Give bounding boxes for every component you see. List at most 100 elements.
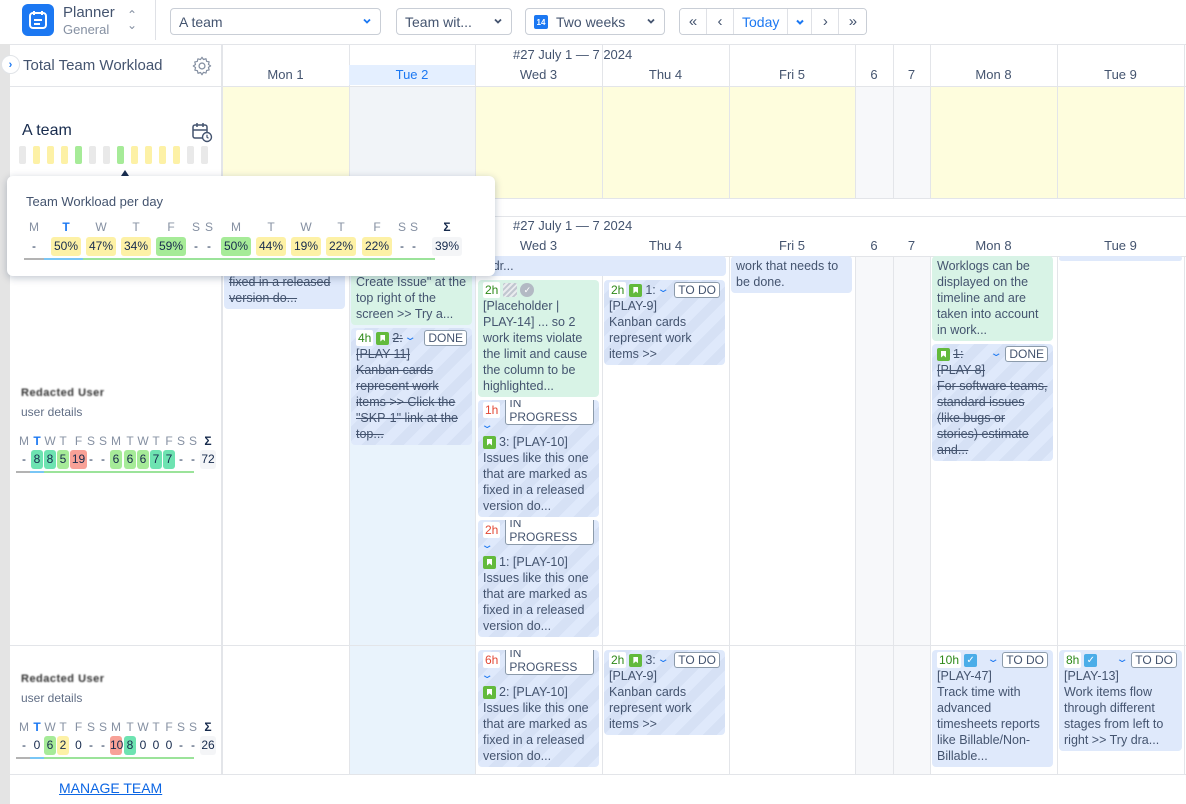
grid-vline [729, 256, 730, 774]
story-icon [483, 435, 496, 449]
status-badge[interactable]: TO DO [1131, 652, 1177, 668]
team-with-select[interactable]: Team wit... [396, 8, 512, 35]
workload-day-header: M [111, 434, 121, 448]
task-card[interactable]: 8h ✓ ⌄ TO DO [PLAY-13] Work items flow t… [1059, 650, 1182, 751]
day-header: Mon 8 [975, 67, 1012, 82]
task-card[interactable]: y dr... [478, 256, 726, 276]
workload-minibar [89, 146, 96, 164]
workload-day-header: S [191, 220, 200, 234]
status-badge[interactable]: DONE [424, 330, 467, 346]
chevron-down-icon[interactable]: ⌄ [480, 538, 493, 554]
calendar-icon [29, 11, 47, 29]
workload-day-value: - [191, 452, 195, 466]
user-details-link[interactable]: user details [21, 691, 82, 705]
calendar-day-icon: 14 [534, 14, 548, 29]
team-day-cell[interactable] [1057, 86, 1184, 198]
status-badge[interactable]: IN PROGRESS [505, 400, 594, 425]
task-card[interactable]: 1: ⌄ DONE [PLAY-8] For software teams, s… [932, 344, 1053, 461]
task-card[interactable]: 2h 3: ⌄ TO DO [PLAY-9] Kanban cards repr… [604, 650, 725, 735]
team-workload-minibars[interactable] [19, 146, 208, 164]
sidebar-strip [0, 44, 10, 804]
workload-day-header: M [231, 220, 241, 234]
user-day-column[interactable] [855, 256, 893, 774]
status-badge[interactable]: TO DO [1002, 652, 1048, 668]
nav-prev-button[interactable]: ‹ [707, 9, 734, 34]
task-card[interactable]: 2h IN PROGRESS ⌄ 1: [PLAY-10] Issues lik… [478, 520, 599, 637]
status-badge[interactable]: DONE [1005, 346, 1048, 362]
manage-team-link[interactable]: MANAGE TEAM [59, 780, 162, 796]
workload-day-value: 22% [362, 237, 392, 256]
workload-day-header: T [59, 720, 67, 734]
day-header: Tue 2 [349, 65, 475, 85]
range-select[interactable]: 14 Two weeks [525, 8, 665, 35]
workload-day-header: S [98, 720, 107, 734]
grid-vline [1184, 44, 1185, 198]
nav-last-button[interactable]: » [839, 9, 867, 34]
workload-day-header: T [33, 720, 41, 734]
task-hours: 1h [483, 402, 501, 418]
workload-day-header: T [152, 434, 160, 448]
week-label: #27 July 1 — 7 2024 [513, 47, 633, 62]
task-card[interactable] [1059, 256, 1182, 261]
workload-minibar [173, 146, 180, 164]
user-name[interactable]: Redacted User [21, 673, 105, 685]
task-card[interactable]: 2h 1: ⌄ TO DO [PLAY-9] Kanban cards repr… [604, 280, 725, 365]
task-card[interactable]: 2h ✓ [Placeholder | PLAY-14] ... so 2 wo… [478, 280, 599, 397]
chevron-down-icon[interactable]: ⌄ [480, 418, 493, 434]
task-card[interactable]: 10h ✓ ⌄ TO DO [PLAY-47] Track time with … [932, 650, 1053, 767]
team-day-cell[interactable] [729, 86, 855, 198]
expand-sidebar-button[interactable]: › [1, 55, 20, 74]
task-number: 1: [953, 347, 964, 361]
task-text: Create Issue" at the top right of the sc… [356, 275, 467, 321]
workload-day-value: - [194, 239, 198, 253]
app-subtitle: General [63, 22, 110, 37]
user-day-column[interactable] [893, 256, 930, 774]
task-card[interactable]: 6h IN PROGRESS ⌄ 2: [PLAY-10] Issues lik… [478, 650, 599, 767]
task-key: [PLAY-13] [1064, 669, 1119, 683]
calendar-clock-icon[interactable] [191, 121, 213, 143]
task-card[interactable]: 1h IN PROGRESS ⌄ 3: [PLAY-10] Issues lik… [478, 400, 599, 517]
team-day-cell[interactable] [602, 86, 729, 198]
workload-day-value: - [32, 239, 36, 253]
workload-day-header: W [44, 434, 56, 448]
chevron-down-icon[interactable]: ⌄ [989, 346, 1002, 362]
workload-day-value: 19% [291, 237, 321, 256]
chevron-down-icon[interactable]: ⌄ [1115, 652, 1128, 668]
today-dropdown-button[interactable] [788, 9, 813, 34]
grid-vline [930, 256, 931, 774]
status-badge[interactable]: IN PROGRESS [505, 650, 594, 675]
chevron-down-icon[interactable]: ⌄ [656, 282, 669, 298]
workload-day-header: T [59, 434, 67, 448]
status-badge[interactable]: TO DO [674, 652, 720, 668]
task-card[interactable]: 4h 2: ⌄ DONE [PLAY-11] Kanban cards repr… [351, 328, 472, 445]
gear-icon[interactable] [191, 55, 213, 77]
user-name[interactable]: Redacted User [21, 387, 105, 399]
chevron-down-icon[interactable]: ⌄ [403, 330, 416, 346]
task-text: Worklogs can be displayed on the timelin… [937, 259, 1039, 337]
team-select[interactable]: A team [170, 8, 381, 35]
workload-day-value: 39% [432, 237, 462, 256]
user-details-link[interactable]: user details [21, 405, 82, 419]
task-card[interactable]: Worklogs can be displayed on the timelin… [932, 256, 1053, 341]
grid-vline [1184, 256, 1185, 774]
task-checkbox-icon: ✓ [964, 653, 978, 667]
user-day-column[interactable] [729, 256, 855, 774]
task-title: 3: [PLAY-10] [499, 435, 568, 449]
planner-app-icon[interactable] [22, 4, 54, 36]
status-badge[interactable]: TO DO [674, 282, 720, 298]
team-day-cell[interactable] [893, 86, 930, 198]
chevron-down-icon[interactable]: ⌄ [986, 652, 999, 668]
team-day-cell[interactable] [930, 86, 1057, 198]
task-card[interactable]: work that needs to be done. [731, 256, 852, 293]
user-day-column[interactable] [222, 256, 349, 774]
task-hours: 2h [609, 652, 627, 668]
app-switcher-icon[interactable]: ⌃ ⌄ [127, 9, 137, 31]
workload-day-header: S [188, 720, 197, 734]
nav-next-button[interactable]: › [812, 9, 840, 34]
team-day-cell[interactable] [855, 86, 893, 198]
chevron-down-icon[interactable]: ⌄ [656, 652, 669, 668]
today-button[interactable]: Today [734, 9, 789, 34]
nav-first-button[interactable]: « [680, 9, 707, 34]
status-badge[interactable]: IN PROGRESS [505, 520, 594, 545]
chevron-down-icon[interactable]: ⌄ [480, 668, 493, 684]
